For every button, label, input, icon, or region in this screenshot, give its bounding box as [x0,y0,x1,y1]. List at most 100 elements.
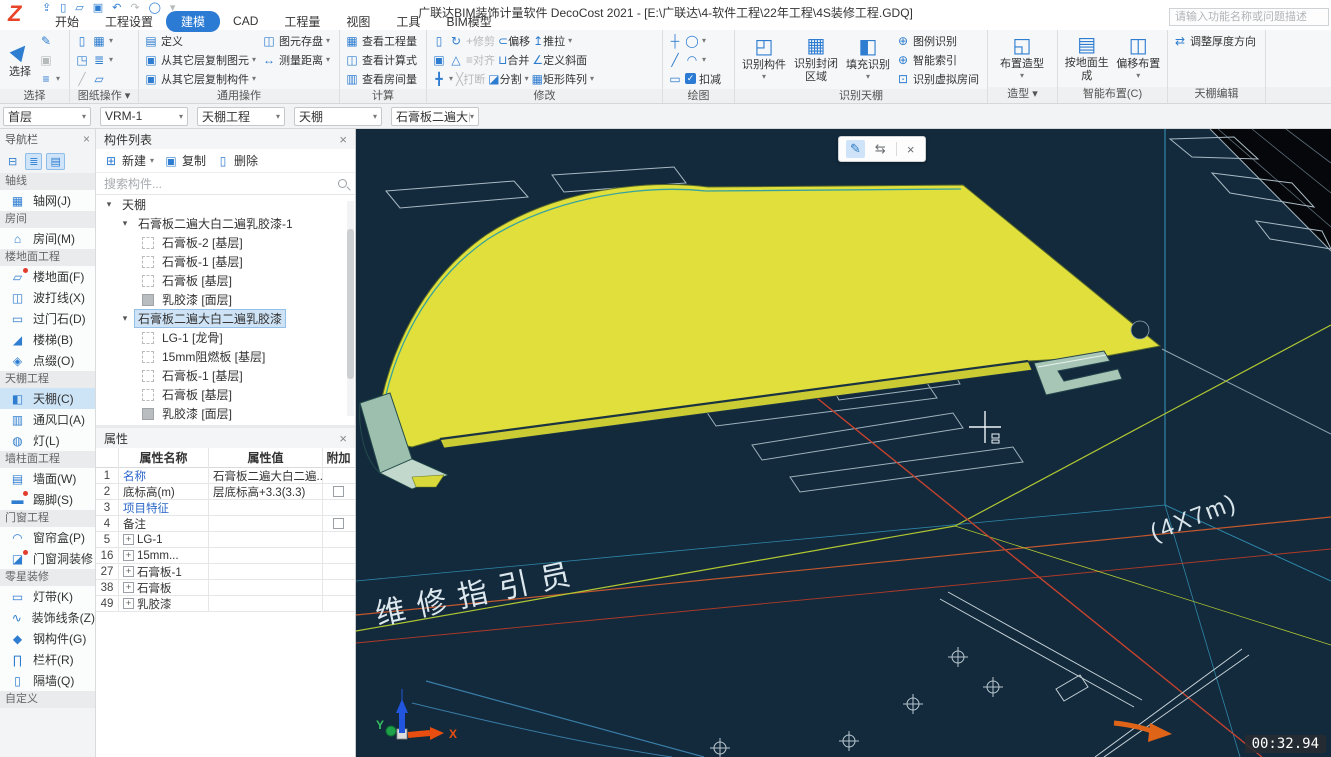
property-value[interactable] [208,548,322,563]
sidebar-item-房间(M)[interactable]: ⌂房间(M) [0,228,95,249]
offset-button[interactable]: ⊂偏移 [498,33,530,49]
tree-item[interactable]: ▾石膏板二遍大白二遍乳胶漆-1 [96,214,355,233]
line-draw-icon[interactable]: ╱ [668,54,682,66]
property-value[interactable] [208,596,322,611]
copy-element-icon[interactable]: ▣ [432,54,446,66]
break-button[interactable]: ╳打断 [456,71,485,87]
define-slope-button[interactable]: ∠定义斜面 [532,52,587,68]
tab-CAD[interactable]: CAD [220,13,271,29]
tree-item[interactable]: ▾石膏板二遍大白二遍乳胶漆 [96,309,355,328]
eyedropper-icon[interactable]: ✎ [39,35,53,47]
deduct-checkbox[interactable]: ✓ [685,73,696,84]
sidebar-item-轴网(J)[interactable]: ▦轴网(J) [0,190,95,211]
tree-item[interactable]: 15mm阻燃板 [基层] [96,347,355,366]
circle-icon[interactable]: ◯ [685,35,699,47]
sidebar-item-墙面(W)[interactable]: ▤墙面(W) [0,468,95,489]
move-icon[interactable]: ╋ [432,73,446,85]
discipline-select[interactable]: 天棚工程▾ [197,107,285,126]
trim-button[interactable]: +修剪 [466,33,495,49]
property-row[interactable]: 27+石膏板-1 [96,564,355,580]
rect-icon[interactable]: ▭ [668,73,682,85]
navbar-close-icon[interactable]: × [83,132,90,146]
property-value[interactable] [208,564,322,579]
sidebar-item-灯带(K)[interactable]: ▭灯带(K) [0,586,95,607]
copy-components-from-layer-button[interactable]: ▣从其它层复制构件▾ [142,69,260,88]
expander-icon[interactable]: ▾ [104,199,114,210]
line-icon[interactable]: ╱ [75,73,89,85]
generate-by-floor-button[interactable]: ▤按地面生成 [1061,31,1113,86]
sidebar-item-装饰线条(Z)[interactable]: ∿装饰线条(Z) [0,607,95,628]
sidebar-item-隔墙(Q)[interactable]: ▯隔墙(Q) [0,670,95,691]
nav-list-view-icon[interactable]: ≣ [25,153,42,170]
push-pull-button[interactable]: ↥推拉 [533,33,565,49]
define-button[interactable]: ▤定义 [142,31,260,50]
place-shape-button[interactable]: ◱布置造型▾ [991,31,1053,86]
batch-select-icon[interactable]: ≡ [39,73,53,85]
tree-item[interactable]: 石膏板-1 [基层] [96,366,355,385]
mirror-icon[interactable]: △ [449,54,463,66]
tree-item[interactable]: 石膏板-2 [基层] [96,233,355,252]
property-row[interactable]: 38+石膏板 [96,580,355,596]
drawing-select[interactable]: VRM-1▾ [100,107,188,126]
view-quantities-button[interactable]: ▦查看工程量 [343,31,419,50]
expand-icon[interactable]: + [123,582,134,593]
measure-distance-button[interactable]: ↔测量距离▾ [260,50,332,69]
tab-视图[interactable]: 视图 [333,12,383,31]
component-panel-close-icon[interactable]: × [339,132,347,147]
sidebar-item-踢脚(S)[interactable]: ▬踢脚(S) [0,489,95,510]
tree-item[interactable]: 石膏板-1 [基层] [96,252,355,271]
attach-checkbox[interactable] [333,486,344,497]
arc-icon[interactable]: ◠ [685,54,699,66]
view-formula-button[interactable]: ◫查看计算式 [343,50,419,69]
adjust-thickness-button[interactable]: ⇄调整厚度方向 [1171,31,1258,50]
save-element-button[interactable]: ◫图元存盘▾ [260,31,332,50]
floor-select[interactable]: 首层▾ [3,107,91,126]
tree-item[interactable]: 石膏板 [基层] [96,385,355,404]
nav-panel-view-icon[interactable]: ▤ [46,153,64,170]
tab-工具[interactable]: 工具 [383,12,433,31]
tab-BIM模型[interactable]: BIM模型 [433,12,504,31]
sidebar-item-窗帘盒(P)[interactable]: ◠窗帘盒(P) [0,527,95,548]
page-icon[interactable]: ▱ [92,73,106,85]
restore-icon[interactable]: ◳ [75,54,89,66]
attach-checkbox[interactable] [333,518,344,529]
tab-工程量[interactable]: 工程量 [271,12,333,31]
copy-component-button[interactable]: ▣复制 [164,152,206,169]
recognize-closed-region-button[interactable]: ▦识别封闭区域 [790,31,842,88]
sidebar-item-门窗洞装修[interactable]: ◪门窗洞装修 [0,548,95,569]
fill-recognize-button[interactable]: ◧填充识别▾ [842,31,894,88]
delete-component-button[interactable]: ▯删除 [216,152,258,169]
smart-index-button[interactable]: ⊕智能索引 [894,50,981,69]
properties-panel-close-icon[interactable]: × [339,431,347,446]
category-select[interactable]: 天棚▾ [294,107,382,126]
edit-mode-button[interactable]: ✎ [846,140,865,158]
expander-icon[interactable]: ▾ [120,218,130,229]
tab-开始[interactable]: 开始 [42,12,92,31]
property-row[interactable]: 5+LG-1 [96,532,355,548]
property-row[interactable]: 49+乳胶漆 [96,596,355,612]
tree-item[interactable]: ▾天棚 [96,195,355,214]
sidebar-item-点缀(O)[interactable]: ◈点缀(O) [0,350,95,371]
view-room-quantity-button[interactable]: ▥查看房间量 [343,69,419,88]
sidebar-item-栏杆(R)[interactable]: ∏栏杆(R) [0,649,95,670]
rect-array-button[interactable]: ▦矩形阵列 [532,71,587,87]
offset-place-button[interactable]: ◫偏移布置▾ [1113,31,1165,86]
expand-icon[interactable]: + [123,598,134,609]
property-value[interactable] [208,532,322,547]
component-search-input[interactable] [104,177,338,191]
property-value[interactable]: 石膏板二遍大白二遍... [208,468,322,483]
3d-viewport[interactable]: 维修指引员 (4X7m) [356,129,1331,757]
link-mode-button[interactable]: ⇆ [871,140,890,158]
expander-icon[interactable]: ▾ [120,313,130,324]
sidebar-item-钢构件(G)[interactable]: ◆钢构件(G) [0,628,95,649]
sidebar-item-天棚(C)[interactable]: ◧天棚(C) [0,388,95,409]
sidebar-item-过门石(D)[interactable]: ▭过门石(D) [0,308,95,329]
virtual-room-button[interactable]: ⊡识别虚拟房间 [894,69,981,88]
delete-icon[interactable]: ▯ [432,35,446,47]
property-row[interactable]: 4备注 [96,516,355,532]
command-search-input[interactable] [1169,8,1329,26]
legend-recognize-button[interactable]: ⊕图例识别 [894,31,981,50]
select-button[interactable]: ▶ 选择 [3,31,37,88]
nav-collapse-icon[interactable]: ⊟ [4,153,21,170]
align-button[interactable]: ≡对齐 [466,52,495,68]
